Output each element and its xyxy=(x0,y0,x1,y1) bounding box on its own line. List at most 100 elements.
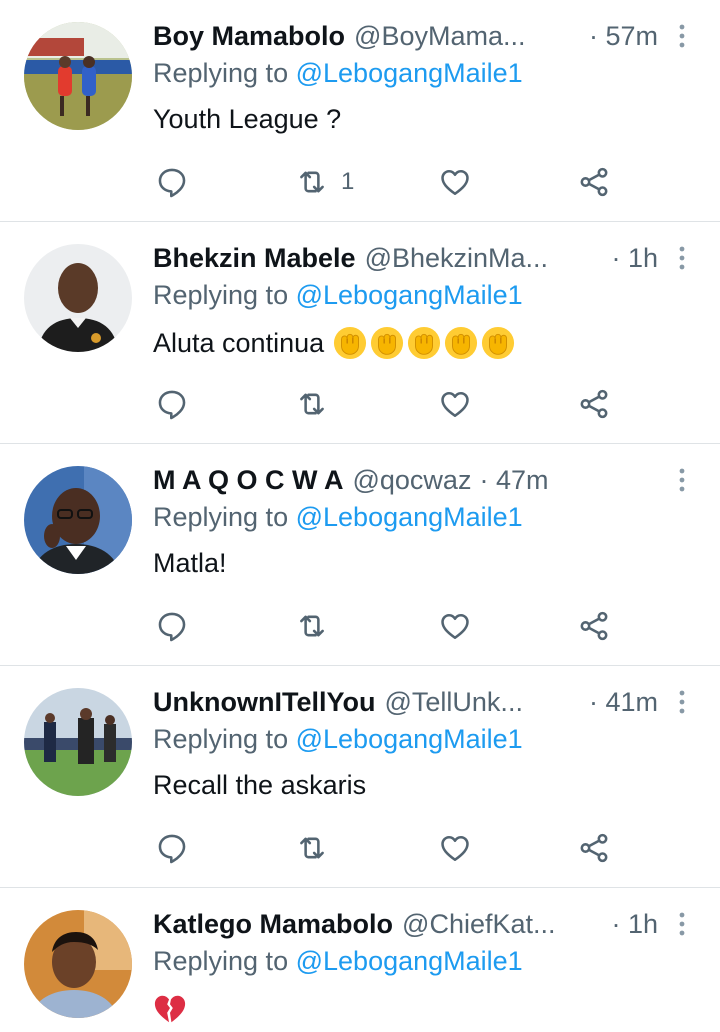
replying-to-line: Replying to @LebogangMaile1 xyxy=(153,502,523,533)
user-handle[interactable]: @ChiefKat... xyxy=(402,909,555,940)
heart-icon xyxy=(438,831,472,865)
timestamp[interactable]: · 41m xyxy=(589,687,658,718)
replying-prefix: Replying to xyxy=(153,58,289,88)
timestamp[interactable]: · 1h xyxy=(611,909,658,940)
speech-bubble-icon xyxy=(155,609,189,643)
raised-fist-emoji xyxy=(407,326,441,360)
like-button[interactable] xyxy=(438,604,472,648)
retweet-count: 1 xyxy=(341,168,355,195)
reply-button[interactable] xyxy=(155,382,189,426)
mention-link[interactable]: @LebogangMaile1 xyxy=(296,280,523,310)
share-icon xyxy=(577,165,611,199)
user-handle[interactable]: @BoyMama... xyxy=(354,21,525,52)
tweet-card[interactable]: UnknownITellYou @TellUnk... · 41m Replyi… xyxy=(0,666,720,888)
retweet-button[interactable] xyxy=(295,382,329,426)
raised-fist-emoji xyxy=(481,326,515,360)
share-icon xyxy=(577,831,611,865)
user-handle[interactable]: @BhekzinMa... xyxy=(365,243,548,274)
tweet-card[interactable]: Katlego Mamabolo @ChiefKat... · 1h Reply… xyxy=(0,888,720,1032)
replying-to-line: Replying to @LebogangMaile1 xyxy=(153,724,523,755)
like-button[interactable] xyxy=(438,160,472,204)
replying-to-line: Replying to @LebogangMaile1 xyxy=(153,946,523,977)
action-bar xyxy=(153,826,633,870)
avatar-photo-football xyxy=(24,22,132,130)
like-button[interactable] xyxy=(438,382,472,426)
heart-icon xyxy=(438,165,472,199)
avatar-photo-young-man xyxy=(24,910,132,1018)
retweet-icon xyxy=(295,165,329,199)
retweet-icon xyxy=(295,609,329,643)
vertical-ellipsis-icon[interactable] xyxy=(668,906,696,942)
timestamp[interactable]: · 57m xyxy=(589,21,658,52)
speech-bubble-icon xyxy=(155,831,189,865)
avatar[interactable] xyxy=(24,910,132,1018)
replying-prefix: Replying to xyxy=(153,946,289,976)
vertical-ellipsis-icon[interactable] xyxy=(668,462,696,498)
avatar[interactable] xyxy=(24,244,132,352)
display-name[interactable]: UnknownITellYou xyxy=(153,687,376,718)
tweet-text-line xyxy=(153,992,187,1026)
tweet-header: M A Q O C W A @qocwaz · 47m xyxy=(153,462,696,498)
raised-fist-emoji xyxy=(444,326,478,360)
retweet-icon xyxy=(295,387,329,421)
avatar-photo-event xyxy=(24,688,132,796)
timestamp[interactable]: · 47m xyxy=(479,465,548,496)
replying-prefix: Replying to xyxy=(153,502,289,532)
timestamp[interactable]: · 1h xyxy=(611,243,658,274)
share-button[interactable] xyxy=(577,382,611,426)
display-name[interactable]: M A Q O C W A xyxy=(153,465,343,496)
raised-fist-emoji xyxy=(333,326,367,360)
tweet-card[interactable]: M A Q O C W A @qocwaz · 47m Replying to … xyxy=(0,444,720,666)
tweet-card[interactable]: Boy Mamabolo @BoyMama... · 57m Replying … xyxy=(0,0,720,222)
retweet-button[interactable]: 1 xyxy=(295,160,354,204)
retweet-button[interactable] xyxy=(295,826,329,870)
raised-fist-emoji xyxy=(370,326,404,360)
reply-feed: Boy Mamabolo @BoyMama... · 57m Replying … xyxy=(0,0,720,1032)
mention-link[interactable]: @LebogangMaile1 xyxy=(296,58,523,88)
mention-link[interactable]: @LebogangMaile1 xyxy=(296,502,523,532)
share-button[interactable] xyxy=(577,160,611,204)
display-name[interactable]: Katlego Mamabolo xyxy=(153,909,393,940)
action-bar xyxy=(153,382,633,426)
display-name[interactable]: Boy Mamabolo xyxy=(153,21,345,52)
vertical-ellipsis-icon[interactable] xyxy=(668,18,696,54)
reply-button[interactable] xyxy=(155,604,189,648)
tweet-text: Aluta continua xyxy=(153,327,325,358)
reply-button[interactable] xyxy=(155,826,189,870)
avatar[interactable] xyxy=(24,688,132,796)
avatar-photo-man-glasses xyxy=(24,466,132,574)
tweet-header: Katlego Mamabolo @ChiefKat... · 1h xyxy=(153,906,696,942)
retweet-icon xyxy=(295,831,329,865)
broken-heart-emoji xyxy=(153,992,187,1026)
tweet-header: Boy Mamabolo @BoyMama... · 57m xyxy=(153,18,696,54)
user-handle[interactable]: @TellUnk... xyxy=(385,687,523,718)
avatar-photo-man xyxy=(24,244,132,352)
heart-icon xyxy=(438,387,472,421)
action-bar: 1 xyxy=(153,160,633,204)
heart-icon xyxy=(438,609,472,643)
tweet-text: Recall the askaris xyxy=(153,770,367,800)
tweet-card[interactable]: Bhekzin Mabele @BhekzinMa... · 1h Replyi… xyxy=(0,222,720,444)
display-name[interactable]: Bhekzin Mabele xyxy=(153,243,356,274)
share-icon xyxy=(577,387,611,421)
mention-link[interactable]: @LebogangMaile1 xyxy=(296,946,523,976)
replying-to-line: Replying to @LebogangMaile1 xyxy=(153,58,523,89)
retweet-button[interactable] xyxy=(295,604,329,648)
like-button[interactable] xyxy=(438,826,472,870)
share-icon xyxy=(577,609,611,643)
avatar[interactable] xyxy=(24,22,132,130)
replying-prefix: Replying to xyxy=(153,724,289,754)
avatar[interactable] xyxy=(24,466,132,574)
speech-bubble-icon xyxy=(155,387,189,421)
mention-link[interactable]: @LebogangMaile1 xyxy=(296,724,523,754)
reply-button[interactable] xyxy=(155,160,189,204)
vertical-ellipsis-icon[interactable] xyxy=(668,684,696,720)
tweet-text: Youth League ? xyxy=(153,104,342,134)
share-button[interactable] xyxy=(577,826,611,870)
speech-bubble-icon xyxy=(155,165,189,199)
vertical-ellipsis-icon[interactable] xyxy=(668,240,696,276)
tweet-text: Matla! xyxy=(153,548,227,578)
share-button[interactable] xyxy=(577,604,611,648)
tweet-header: UnknownITellYou @TellUnk... · 41m xyxy=(153,684,696,720)
user-handle[interactable]: @qocwaz xyxy=(352,465,471,496)
